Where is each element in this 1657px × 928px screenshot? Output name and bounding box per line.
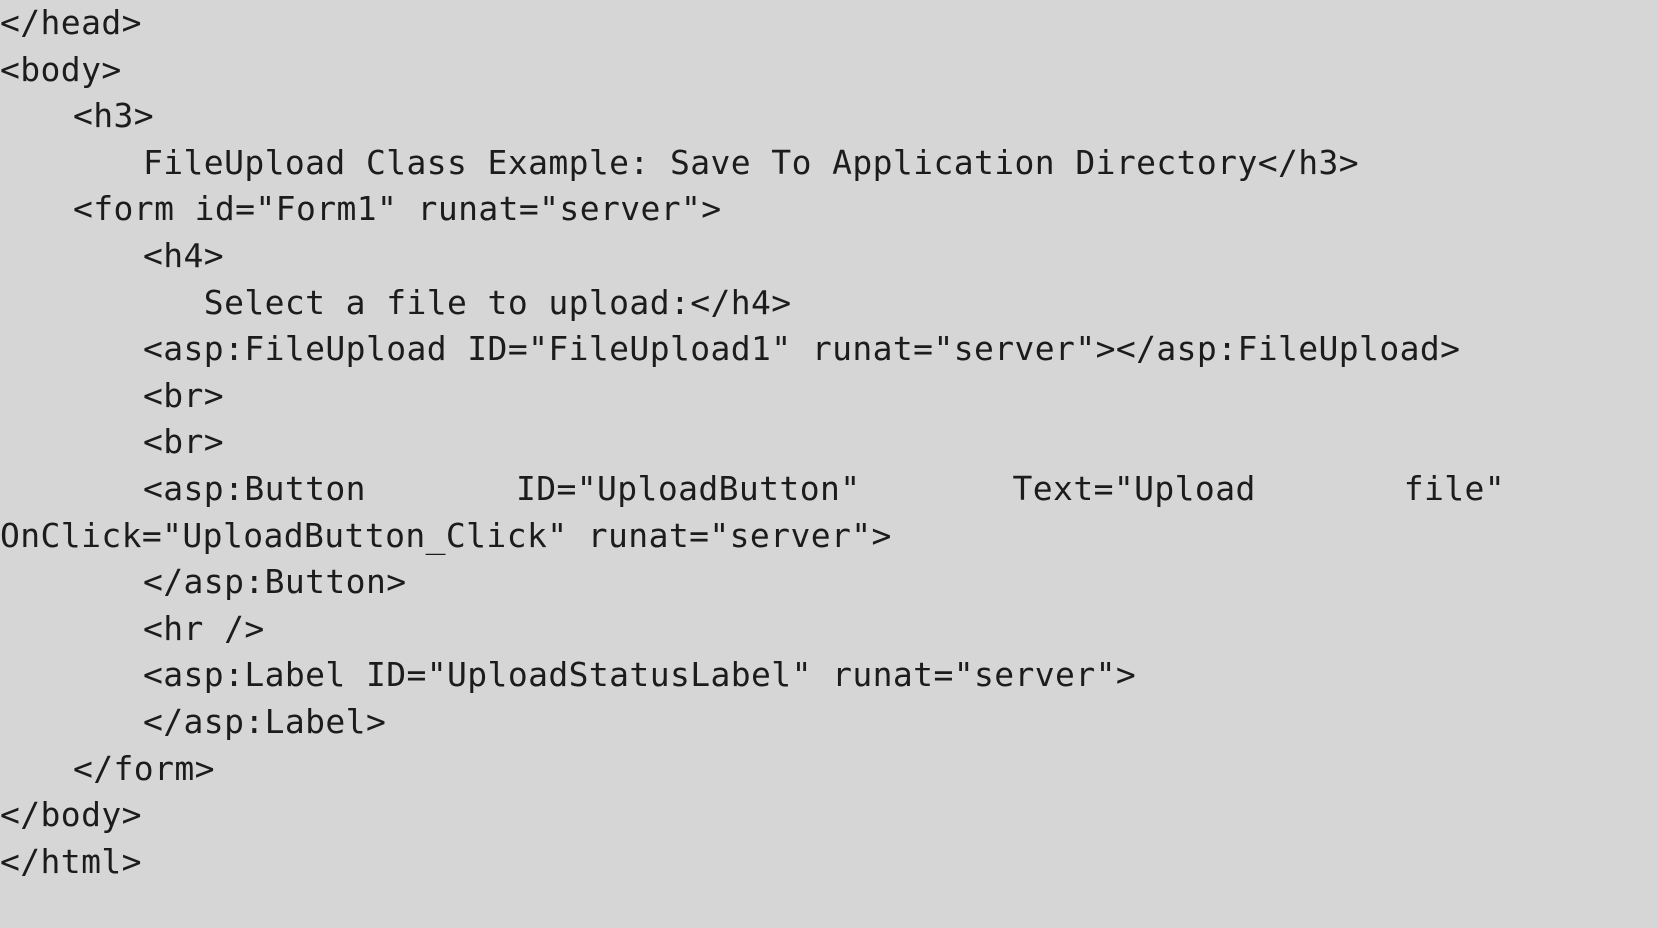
code-line-justified: <asp:Button ID="UploadButton" Text="Uplo… (0, 466, 1657, 513)
code-line: FileUpload Class Example: Save To Applic… (143, 142, 1360, 182)
code-line: </asp:Button> (143, 562, 407, 602)
code-line: </html> (0, 841, 142, 881)
code-gap (366, 466, 516, 513)
code-segment-text-attr-cont: file" (1403, 468, 1506, 508)
code-line: Select a file to upload:</h4> (143, 282, 792, 322)
code-line: <h3> (73, 96, 155, 136)
code-line: </body> (0, 795, 142, 835)
code-line: <form id="Form1" runat="server"> (73, 189, 722, 229)
code-line: <hr /> (143, 608, 265, 648)
code-line: <body> (0, 49, 122, 89)
code-listing: </head> <body> <h3> FileUpload Class Exa… (0, 0, 1657, 928)
code-segment-tag: <asp:Button (143, 468, 366, 508)
code-line: <h4> (143, 235, 225, 275)
code-line: </head> (0, 3, 142, 42)
code-gap (1256, 466, 1404, 513)
code-line: <asp:FileUpload ID="FileUpload1" runat="… (143, 329, 1461, 369)
code-line: <asp:Label ID="UploadStatusLabel" runat=… (143, 655, 1137, 695)
code-line: <br> (143, 422, 225, 462)
code-gap (861, 466, 1013, 513)
code-line: <br> (143, 375, 225, 415)
code-segment-text-attr: Text="Upload (1012, 468, 1256, 508)
code-line: OnClick="UploadButton_Click" runat="serv… (0, 515, 892, 555)
code-line: </form> (73, 748, 215, 788)
code-line: </asp:Label> (143, 701, 387, 741)
code-segment-id-attr: ID="UploadButton" (515, 468, 861, 508)
